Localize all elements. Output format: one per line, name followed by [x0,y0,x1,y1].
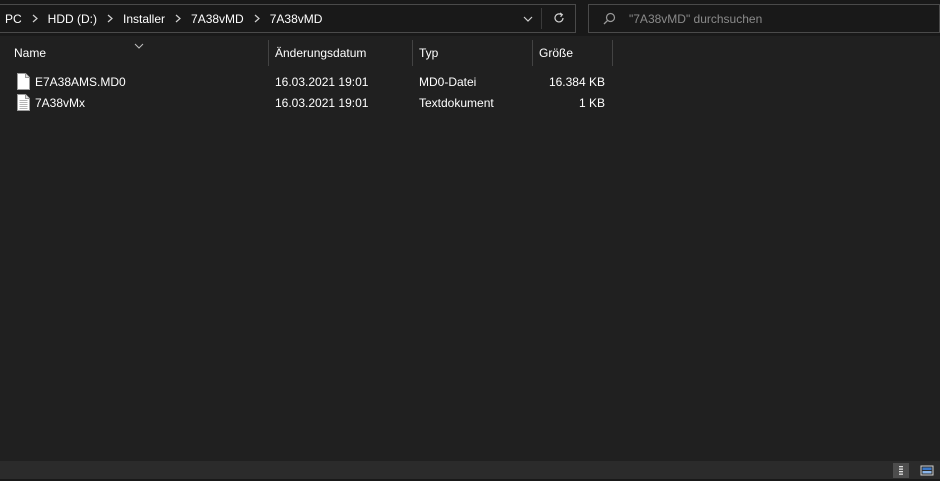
breadcrumb-item-current[interactable]: 7A38vMD [266,12,327,26]
file-list: Name Änderungsdatum Typ Größe E7A38AMS.M… [0,36,940,461]
column-headers: Name Änderungsdatum Typ Größe [0,40,620,66]
column-header-date[interactable]: Änderungsdatum [269,40,412,66]
search-icon [601,11,617,27]
file-size: 16.384 KB [548,74,605,89]
chevron-right-icon[interactable] [101,14,119,23]
chevron-right-icon[interactable] [248,14,266,23]
breadcrumb-item-folder[interactable]: 7A38vMD [187,12,248,26]
column-header-size[interactable]: Größe [533,40,612,66]
file-type: MD0-Datei [419,74,477,89]
file-type: Textdokument [419,95,494,110]
refresh-icon[interactable] [552,11,566,25]
breadcrumb: PC HDD (D:) Installer 7A38vMD 7A38vMD [1,5,326,32]
address-bar[interactable]: PC HDD (D:) Installer 7A38vMD 7A38vMD [0,4,576,33]
file-icon [17,73,30,90]
text-document-icon [17,94,30,111]
chevron-right-icon[interactable] [26,14,44,23]
breadcrumb-item-pc[interactable]: PC [1,12,26,26]
details-view-icon[interactable] [893,463,909,478]
large-icons-view-icon[interactable] [919,463,935,478]
column-header-type[interactable]: Typ [413,40,532,66]
file-date: 16.03.2021 19:01 [275,74,369,89]
address-divider [541,8,542,29]
breadcrumb-item-installer[interactable]: Installer [119,12,169,26]
search-input[interactable] [629,5,929,32]
chevron-right-icon[interactable] [169,14,187,23]
breadcrumb-item-hdd[interactable]: HDD (D:) [44,12,101,26]
file-size: 1 KB [578,95,605,110]
toolbar: PC HDD (D:) Installer 7A38vMD 7A38vMD [0,0,940,36]
table-row[interactable]: E7A38AMS.MD0 16.03.2021 19:01 MD0-Datei … [0,71,620,92]
column-header-name[interactable]: Name [8,40,268,66]
search-box[interactable] [588,4,940,33]
chevron-down-icon[interactable] [521,12,535,26]
file-date: 16.03.2021 19:01 [275,95,369,110]
file-name: E7A38AMS.MD0 [35,74,126,89]
column-divider[interactable] [612,40,613,66]
file-name: 7A38vMx [35,95,86,110]
status-bar [0,461,940,479]
table-row[interactable]: 7A38vMx 16.03.2021 19:01 Textdokument 1 … [0,92,620,113]
